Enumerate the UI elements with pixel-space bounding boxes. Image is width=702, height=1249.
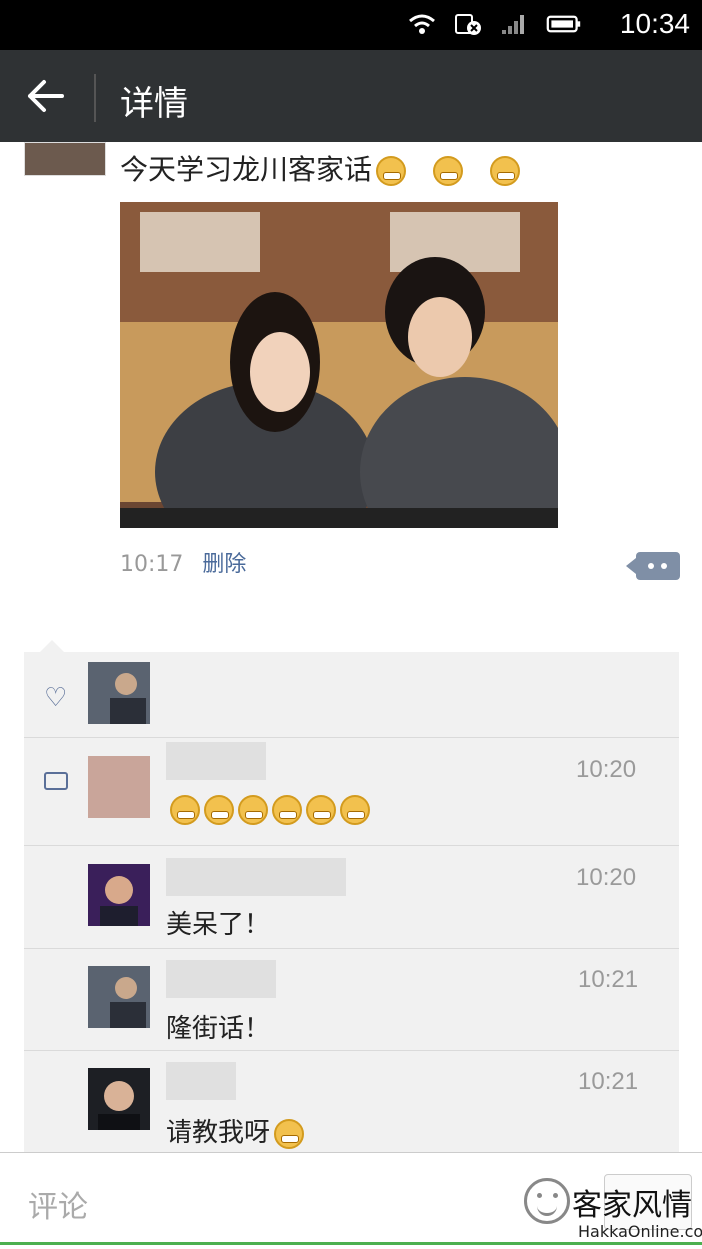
header-divider: [94, 74, 96, 122]
separator: [24, 948, 679, 949]
comment-text: 请教我呀: [166, 1112, 305, 1149]
input-underline: [0, 1242, 702, 1245]
watermark-url: HakkaOnline.com: [578, 1222, 702, 1241]
battery-icon: [546, 15, 581, 33]
status-bar: 10:34: [0, 0, 702, 50]
post-time: 10:17: [120, 552, 184, 577]
smirk-emoji-icon: [204, 794, 234, 825]
comment-text: 隆街话！: [166, 1014, 271, 1044]
comment-time: 10:20: [576, 864, 637, 891]
arrow-left-icon[interactable]: [26, 78, 66, 114]
smiley-icon[interactable]: [524, 1178, 570, 1224]
grin-emoji-icon: [274, 1118, 305, 1149]
commenter-name-blurred: [166, 742, 266, 780]
comment-text-content: 请教我呀: [166, 1118, 271, 1148]
post-text: 今天学习龙川客家话: [120, 148, 520, 188]
more-dot: [661, 563, 667, 569]
post-photo[interactable]: [120, 202, 558, 528]
status-icons: [408, 12, 582, 36]
commenter-name-blurred: [166, 1062, 236, 1100]
smirk-emoji-icon: [238, 794, 268, 825]
wifi-icon: [409, 14, 435, 34]
signal-icon: [502, 15, 524, 34]
comment-time: 10:20: [576, 756, 637, 783]
commenter-avatar[interactable]: [88, 864, 150, 926]
separator: [24, 737, 679, 738]
more-dots-icon[interactable]: [626, 552, 680, 580]
comment-input[interactable]: 评论: [28, 1182, 88, 1226]
top-bar: 详情: [0, 50, 702, 142]
grin-emoji-icon: [306, 794, 336, 825]
commenter-avatar[interactable]: [88, 756, 150, 818]
status-time: 10:34: [619, 8, 690, 39]
heart-icon: ♡: [44, 683, 68, 713]
post-author-avatar[interactable]: [24, 142, 106, 176]
grin-emoji-icon: [376, 156, 407, 186]
grin-emoji-icon: [340, 794, 370, 825]
commenter-avatar[interactable]: [88, 1068, 150, 1130]
liker-avatar[interactable]: [88, 662, 150, 724]
comment-text: [166, 794, 370, 825]
separator: [24, 1050, 679, 1051]
page-title: 详情: [120, 84, 188, 124]
more-dot: [648, 563, 654, 569]
grin-emoji-icon: [489, 156, 520, 186]
commenter-name-blurred: [166, 858, 346, 896]
delete-link[interactable]: 删除: [202, 552, 246, 577]
no-sim-icon: [455, 14, 481, 35]
comment-time: 10:21: [578, 966, 639, 993]
smirk-emoji-icon: [170, 794, 200, 825]
watermark-logo: 客家风情: [572, 1188, 692, 1223]
post-text-content: 今天学习龙川客家话: [120, 153, 373, 186]
comment-icon: [44, 772, 68, 790]
comment-text: 美呆了！: [166, 910, 271, 940]
commenter-name-blurred: [166, 960, 276, 998]
post-meta: 10:17 删除: [120, 546, 246, 578]
grin-emoji-icon: [272, 794, 302, 825]
separator: [24, 845, 679, 846]
comment-time: 10:21: [578, 1068, 639, 1095]
grin-emoji-icon: [432, 156, 463, 186]
commenter-avatar[interactable]: [88, 966, 150, 1028]
panel-arrow: [40, 640, 64, 652]
